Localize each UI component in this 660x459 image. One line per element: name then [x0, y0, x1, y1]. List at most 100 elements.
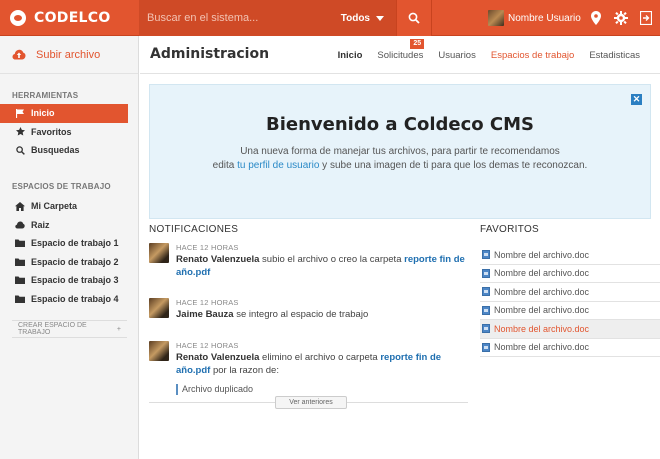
avatar [149, 341, 169, 361]
user-name: Nombre Usuario [508, 12, 581, 24]
notification-user[interactable]: Renato Valenzuela [176, 352, 259, 363]
see-older-button[interactable]: Ver anteriores [275, 396, 347, 409]
folder-icon [14, 295, 26, 303]
favorites-title: FAVORITOS [480, 224, 540, 235]
codelco-logo-icon [10, 10, 26, 26]
create-workspace-label: CREAR ESPACIO DE TRABAJO [18, 322, 87, 336]
brand-name: CODELCO [34, 10, 111, 26]
sidebar-item-label: Espacio de trabajo 4 [31, 293, 119, 304]
welcome-title: Bienvenido a Coldeco CMS [266, 114, 534, 135]
welcome-line-2-pre: edita [212, 160, 238, 171]
notification-user[interactable]: Jaime Bauza [176, 309, 234, 320]
sidebar-item-espacio-3[interactable]: Espacio de trabajo 3 [0, 271, 139, 290]
sidebar-item-label: Espacio de trabajo 3 [31, 275, 119, 286]
sidebar: Subir archivo HERRAMIENTAS Inicio Favori… [0, 36, 139, 459]
notification-text: Renato Valenzuela subio el archivo o cre… [176, 254, 468, 279]
logout-button[interactable] [635, 0, 657, 36]
upload-button[interactable]: Subir archivo [0, 36, 138, 74]
avatar [149, 298, 169, 318]
sidebar-item-label: Inicio [31, 108, 55, 119]
search-button[interactable] [396, 0, 432, 36]
tools-section-title: HERRAMIENTAS [12, 91, 79, 100]
gear-icon [614, 11, 628, 25]
favorite-label: Nombre del archivo.doc [494, 268, 590, 279]
brand-logo[interactable]: CODELCO [10, 0, 111, 36]
sidebar-item-label: Favoritos [31, 126, 72, 137]
favorite-item[interactable]: Nombre del archivo.doc [480, 246, 660, 265]
sidebar-item-label: Espacio de trabajo 1 [31, 238, 119, 249]
sidebar-item-label: Espacio de trabajo 2 [31, 256, 119, 267]
cloud-icon [14, 221, 26, 229]
profile-link[interactable]: tu perfil de usuario [237, 160, 319, 171]
sidebar-item-raiz[interactable]: Raiz [0, 216, 139, 235]
page-title: Administracion [150, 46, 270, 62]
favorite-label: Nombre del archivo.doc [494, 286, 590, 297]
home-icon [14, 201, 26, 211]
notifications-title: NOTIFICACIONES [149, 224, 239, 235]
document-icon [482, 324, 490, 334]
notification-user[interactable]: Renato Valenzuela [176, 254, 259, 265]
user-menu[interactable]: Nombre Usuario [488, 0, 581, 36]
search-scope-label: Todos [340, 12, 370, 24]
notification-text: Renato Valenzuela elimino el archivo o c… [176, 352, 468, 377]
sidebar-item-mi-carpeta[interactable]: Mi Carpeta [0, 197, 139, 216]
favorite-item[interactable]: Nombre del archivo.doc [480, 265, 660, 283]
main-content: Administracion Inicio Solicitudes 25 Usu… [140, 36, 660, 459]
notification-reason: Archivo duplicado [176, 384, 468, 395]
sidebar-item-espacio-2[interactable]: Espacio de trabajo 2 [0, 253, 139, 272]
folder-icon [14, 239, 26, 248]
favorite-label: Nombre del archivo.doc [494, 249, 590, 260]
notification-message: subio el archivo o creo la carpeta [259, 254, 405, 265]
settings-button[interactable] [610, 0, 632, 36]
favorite-item[interactable]: Nombre del archivo.doc [480, 302, 660, 320]
notification-message: elimino el archivo o carpeta [259, 352, 381, 363]
tab-inicio[interactable]: Inicio [338, 50, 363, 61]
sidebar-item-label: Raiz [31, 219, 50, 230]
notification-text: Jaime Bauza se integro al espacio de tra… [176, 309, 468, 322]
caret-down-icon [376, 15, 384, 21]
document-icon [482, 287, 490, 297]
page-header: Administracion Inicio Solicitudes 25 Usu… [140, 36, 660, 74]
search-bar: Todos [139, 0, 396, 36]
tab-usuarios[interactable]: Usuarios [438, 50, 476, 61]
notification-time: HACE 12 HORAS [176, 243, 239, 252]
flag-icon [14, 108, 26, 118]
favorite-item[interactable]: Nombre del archivo.doc [480, 320, 660, 339]
sidebar-item-busquedas[interactable]: Busquedas [0, 141, 139, 160]
top-bar: CODELCO Todos Nombre Usuario [0, 0, 660, 36]
sidebar-item-espacio-1[interactable]: Espacio de trabajo 1 [0, 234, 139, 253]
favorite-item[interactable]: Nombre del archivo.doc [480, 339, 660, 357]
star-icon [14, 127, 26, 136]
folder-icon [14, 258, 26, 266]
location-button[interactable] [585, 0, 607, 36]
logout-icon [640, 11, 652, 25]
favorites-section: FAVORITOS Nombre del archivo.doc Nombre … [480, 224, 660, 357]
welcome-line-1: Una nueva forma de manejar tus archivos,… [240, 146, 560, 157]
favorite-label: Nombre del archivo.doc [494, 342, 590, 353]
tab-solicitudes[interactable]: Solicitudes 25 [377, 38, 425, 61]
sidebar-item-espacio-4[interactable]: Espacio de trabajo 4 [0, 290, 139, 309]
sidebar-item-label: Busquedas [31, 145, 80, 156]
document-icon [482, 268, 490, 278]
header-tabs: Inicio Solicitudes 25 Usuarios Espacios … [323, 36, 640, 74]
tab-espacios-de-trabajo[interactable]: Espacios de trabajo [491, 50, 574, 61]
search-scope-dropdown[interactable]: Todos [341, 13, 396, 24]
sidebar-item-inicio[interactable]: Inicio [0, 104, 128, 123]
welcome-message: Una nueva forma de manejar tus archivos,… [150, 145, 650, 173]
notification-message: se integro al espacio de trabajo [233, 309, 369, 320]
tab-estadisticas[interactable]: Estadisticas [589, 50, 640, 61]
notifications-section: NOTIFICACIONES HACE 12 HORAS Renato Vale… [149, 224, 468, 409]
favorite-label: Nombre del archivo.doc [494, 305, 590, 316]
search-input[interactable] [139, 0, 341, 36]
favorite-label: Nombre del archivo.doc [494, 323, 590, 334]
welcome-panel: ✕ Bienvenido a Coldeco CMS Una nueva for… [149, 84, 651, 219]
close-icon[interactable]: ✕ [631, 94, 642, 105]
favorite-item[interactable]: Nombre del archivo.doc [480, 283, 660, 302]
create-workspace-button[interactable]: CREAR ESPACIO DE TRABAJO + [12, 320, 127, 338]
favorites-list: Nombre del archivo.doc Nombre del archiv… [480, 246, 660, 357]
location-pin-icon [591, 11, 601, 25]
document-icon [482, 342, 490, 352]
folder-icon [14, 276, 26, 285]
avatar [149, 243, 169, 263]
sidebar-item-favoritos[interactable]: Favoritos [0, 123, 139, 142]
